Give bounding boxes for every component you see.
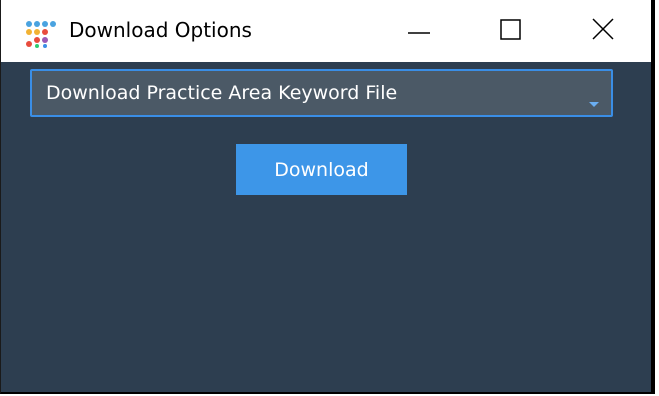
download-options-window: Download Options Download Practice Area …: [0, 0, 655, 394]
maximize-button[interactable]: [467, 0, 555, 62]
download-button[interactable]: Download: [236, 144, 407, 195]
window-title: Download Options: [69, 18, 252, 42]
download-type-dropdown[interactable]: Download Practice Area Keyword File: [30, 69, 613, 117]
chevron-down-icon: [589, 102, 599, 107]
dropdown-selected-value: Download Practice Area Keyword File: [46, 82, 398, 104]
client-area: Download Practice Area Keyword File Down…: [1, 62, 651, 392]
app-grid-dots-icon: [25, 20, 57, 48]
maximize-icon: [499, 17, 523, 45]
minimize-button[interactable]: [375, 0, 463, 62]
close-icon: [591, 17, 615, 45]
title-bar[interactable]: Download Options: [1, 0, 651, 62]
minimize-icon: [407, 17, 431, 45]
close-button[interactable]: [559, 0, 647, 62]
